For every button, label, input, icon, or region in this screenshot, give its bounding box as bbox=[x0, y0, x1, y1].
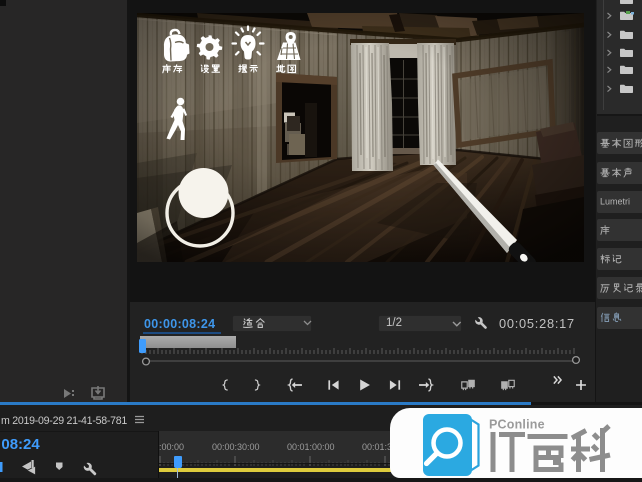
svg-text:Lumetri: Lumetri bbox=[600, 197, 630, 207]
svg-text:PConline: PConline bbox=[489, 418, 545, 432]
